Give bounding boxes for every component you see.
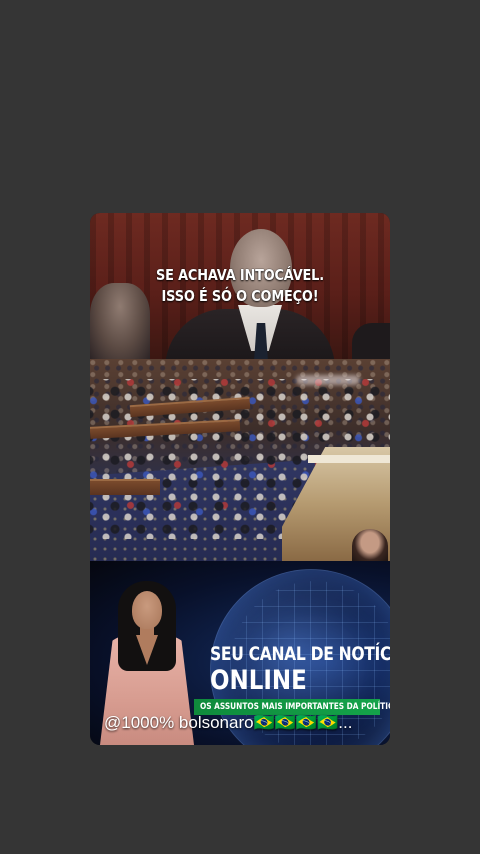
anchor-face-image — [132, 591, 162, 629]
promo-headline-line-2: ONLINE — [210, 665, 307, 696]
chamber-dais-top — [308, 455, 390, 463]
chamber-desk-row — [90, 479, 160, 495]
right-person-image — [352, 323, 390, 363]
news-channel-banner: SEU CANAL DE NOTÍCIA ONLINE OS ASSUNTOS … — [90, 561, 390, 745]
story-caption: SE ACHAVA INTOCÁVEL. ISSO É SÓ O COMEÇO! — [111, 265, 369, 307]
chamber-video-frame — [90, 359, 390, 563]
account-handle[interactable]: @1000% bolsonaro🇧🇷🇧🇷🇧🇷🇧🇷... — [104, 713, 352, 733]
promo-headline-line-1: SEU CANAL DE NOTÍCIA — [210, 643, 390, 665]
story-card[interactable]: SE ACHAVA INTOCÁVEL. ISSO É SÓ O COMEÇO!… — [90, 213, 390, 745]
promo-subtitle: OS ASSUNTOS MAIS IMPORTANTES DA POLÍTICA — [200, 702, 390, 712]
speaker-video-frame: SE ACHAVA INTOCÁVEL. ISSO É SÓ O COMEÇO! — [90, 213, 390, 369]
story-viewer: SE ACHAVA INTOCÁVEL. ISSO É SÓ O COMEÇO!… — [0, 0, 480, 854]
caption-line-2: ISSO É SÓ O COMEÇO! — [161, 287, 319, 305]
reaction-face-image — [352, 529, 388, 563]
caption-line-1: SE ACHAVA INTOCÁVEL. — [156, 266, 324, 284]
blurred-overlay-label — [296, 375, 360, 385]
